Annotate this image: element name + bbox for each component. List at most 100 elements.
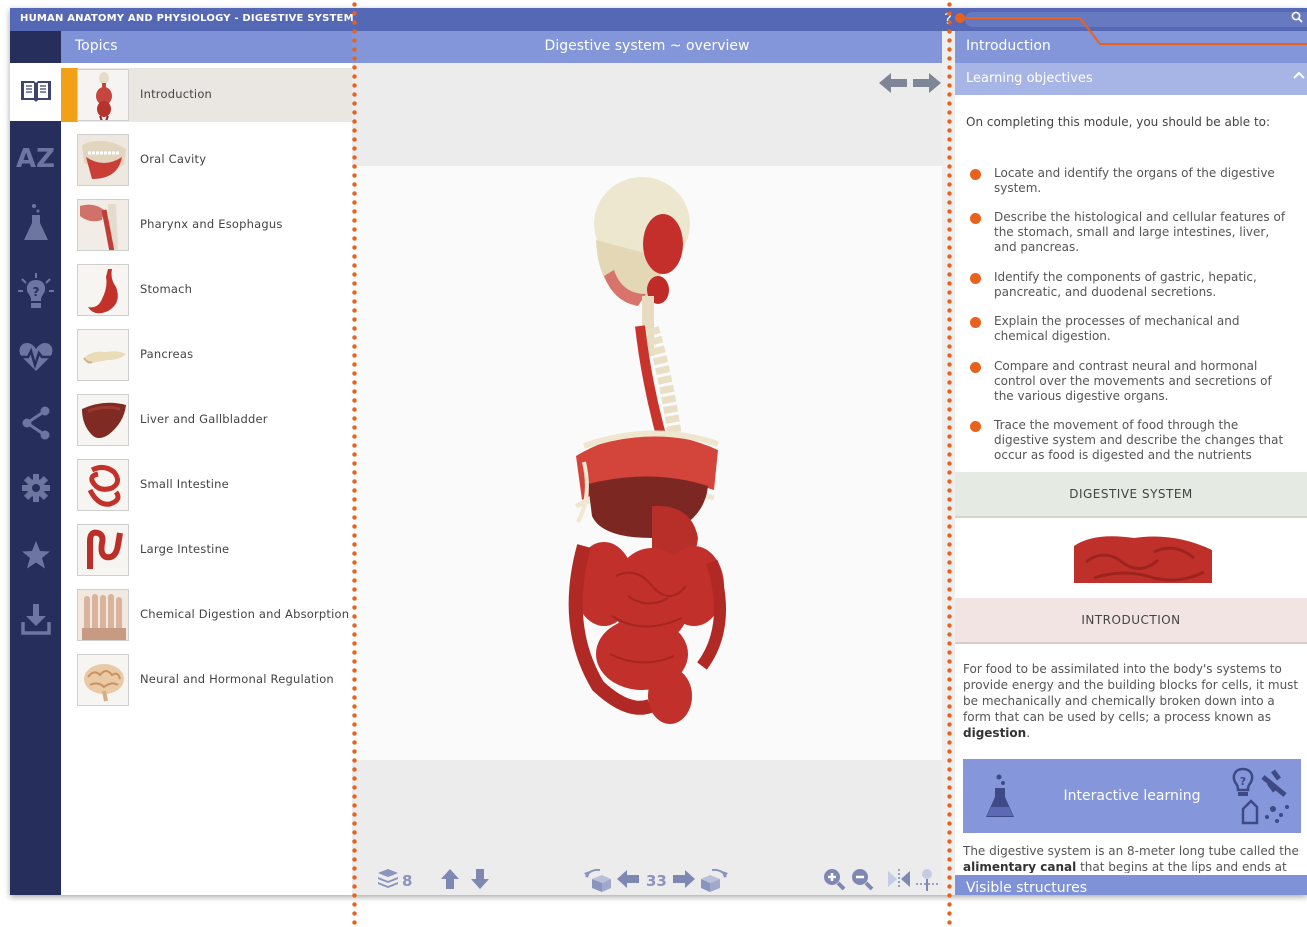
objective-text: Explain the processes of mechanical and … (994, 314, 1240, 343)
zoom-in-icon[interactable] (822, 867, 846, 895)
lightbulb-icon: ? (16, 271, 56, 315)
bullet-icon (970, 213, 981, 224)
gear-icon (21, 473, 51, 507)
digestive-system-model[interactable] (352, 166, 942, 760)
topic-item-large-intestine[interactable]: Large Intestine (61, 523, 352, 577)
digestive-system-thumbnail[interactable] (1074, 532, 1212, 583)
active-topic-marker (61, 68, 78, 122)
sidebar-share-button[interactable] (10, 401, 61, 449)
section-heading-digestive-system: DIGESTIVE SYSTEM (955, 472, 1307, 518)
sidebar-topics-button[interactable] (10, 63, 61, 121)
topic-thumbnail (77, 264, 129, 316)
previous-arrow-icon[interactable] (878, 71, 908, 99)
topics-panel: Topics Introduction Oral Cavity Pharynx … (61, 31, 352, 895)
zoom-out-icon[interactable] (850, 867, 874, 895)
rotate-left-icon[interactable] (582, 867, 612, 895)
layer-up-icon[interactable] (440, 867, 460, 895)
topic-thumbnail (77, 654, 129, 706)
topic-label: Oral Cavity (140, 152, 207, 166)
intro-paragraph: For food to be assimilated into the body… (963, 661, 1301, 745)
intro-paragraph-end: . (1026, 726, 1031, 740)
sidebar-download-button[interactable] (10, 597, 61, 645)
sidebar-favorites-button[interactable] (10, 533, 61, 581)
sidebar-ideas-button[interactable]: ? (10, 269, 61, 317)
sidebar-settings-button[interactable] (10, 466, 61, 514)
bullet-icon (970, 362, 981, 373)
next-arrow-icon[interactable] (912, 71, 942, 99)
bullet-icon (970, 421, 981, 432)
topic-item-liver-gallbladder[interactable]: Liver and Gallbladder (61, 393, 352, 447)
frame-number: 33 (646, 872, 667, 890)
topic-label: Introduction (140, 87, 213, 101)
topic-item-small-intestine[interactable]: Small Intestine (61, 458, 352, 512)
topic-thumbnail (77, 134, 129, 186)
topics-header: Topics (61, 31, 352, 63)
bullet-icon (970, 273, 981, 284)
objective-text: Locate and identify the organs of the di… (994, 166, 1275, 195)
topic-label: Liver and Gallbladder (140, 412, 268, 426)
topic-thumbnail (77, 524, 129, 576)
layers-icon[interactable] (376, 867, 400, 895)
left-divider-dots (352, 0, 357, 927)
interactive-learning-button[interactable]: Interactive learning ? (963, 759, 1301, 833)
chevron-up-icon[interactable] (1293, 69, 1305, 84)
model-stage[interactable] (352, 166, 942, 760)
topic-label: Pancreas (140, 347, 194, 361)
topic-label: Neural and Hormonal Regulation (140, 672, 334, 686)
objective-item: Trace the movement of food through the d… (966, 418, 1296, 463)
svg-text:?: ? (1240, 775, 1246, 788)
topic-item-chemical-digestion[interactable]: Chemical Digestion and Absorption (61, 588, 352, 642)
description-paragraph-keyword[interactable]: alimentary canal (963, 860, 1076, 873)
description-paragraph: The digestive system is an 8-meter long … (963, 843, 1301, 873)
topic-label: Large Intestine (140, 542, 230, 556)
bullet-icon (970, 317, 981, 328)
topic-thumbnail (77, 394, 129, 446)
heartbeat-icon (15, 340, 56, 378)
rotate-right-icon[interactable] (700, 867, 730, 895)
mirror-icon[interactable] (886, 867, 912, 895)
flask-icon (23, 203, 49, 247)
topic-thumbnail (77, 199, 129, 251)
app-title: HUMAN ANATOMY AND PHYSIOLOGY - DIGESTIVE… (20, 13, 354, 24)
topic-item-oral-cavity[interactable]: Oral Cavity (61, 133, 352, 187)
viewer-toolbar: 8 33 (352, 863, 942, 895)
learning-objectives-toggle[interactable]: Learning objectives (955, 63, 1307, 95)
objectives-intro: On completing this module, you should be… (966, 115, 1271, 129)
visible-structures-button[interactable]: Visible structures (955, 875, 1307, 895)
topic-label: Pharynx and Esophagus (140, 217, 283, 231)
next-frame-icon[interactable] (672, 867, 696, 895)
section-heading-introduction: INTRODUCTION (955, 598, 1307, 644)
download-icon (20, 603, 51, 639)
topic-thumbnail (77, 329, 129, 381)
lightbulb-tools-icon: ? (1229, 765, 1293, 831)
sidebar-physiology-button[interactable] (10, 335, 61, 383)
topic-item-stomach[interactable]: Stomach (61, 263, 352, 317)
topic-thumbnail (77, 459, 129, 511)
sidebar-glossary-button[interactable]: AZ (10, 135, 61, 183)
topic-thumbnail (77, 589, 129, 641)
bullet-icon (970, 169, 981, 180)
intro-paragraph-keyword[interactable]: digestion (963, 726, 1026, 740)
book-icon (19, 77, 53, 107)
layer-down-icon[interactable] (470, 867, 490, 895)
right-divider-dots (947, 0, 952, 927)
topic-thumbnail (77, 69, 129, 121)
topic-item-pharynx-esophagus[interactable]: Pharynx and Esophagus (61, 198, 352, 252)
description-paragraph-text: The digestive system is an 8-meter long … (963, 844, 1299, 858)
topic-navigation (878, 71, 942, 99)
layers-count: 8 (402, 872, 413, 890)
model-viewer: Digestive system ~ overview 8 33 (352, 31, 942, 895)
objective-text: Identify the components of gastric, hepa… (994, 270, 1257, 299)
sidebar-lab-button[interactable] (10, 201, 61, 249)
pin-icon[interactable] (914, 867, 940, 895)
objective-text: Trace the movement of food through the d… (994, 418, 1284, 462)
az-icon: AZ (16, 144, 55, 174)
topic-item-neural-hormonal[interactable]: Neural and Hormonal Regulation (61, 653, 352, 707)
topic-item-pancreas[interactable]: Pancreas (61, 328, 352, 382)
objective-text: Compare and contrast neural and hormonal… (994, 359, 1272, 403)
info-panel: Introduction Learning objectives On comp… (955, 31, 1307, 895)
previous-frame-icon[interactable] (616, 867, 640, 895)
topic-item-introduction[interactable]: Introduction (61, 68, 352, 122)
topic-label: Small Intestine (140, 477, 229, 491)
svg-text:?: ? (32, 285, 39, 299)
